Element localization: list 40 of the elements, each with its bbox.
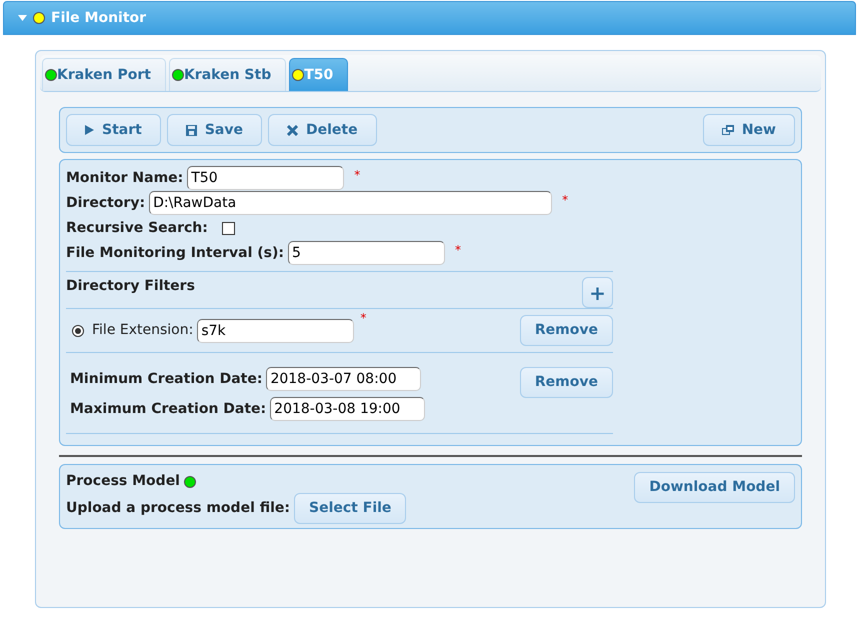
input-field[interactable]: 5 [288, 241, 445, 265]
required-marker: * [354, 167, 360, 184]
select-file-button[interactable]: Select File [294, 493, 406, 524]
close-icon [286, 124, 298, 136]
field-label: Directory: [66, 194, 146, 212]
tab[interactable]: Kraken Stb [168, 58, 286, 91]
section-title: Process Model [66, 472, 180, 491]
field-label: Monitor Name: [66, 168, 184, 188]
header-bar[interactable]: File Monitor [3, 1, 856, 35]
field-label: Maximum Creation Date: [70, 400, 266, 418]
new-button[interactable]: New [702, 114, 795, 146]
tab[interactable]: T50 [289, 58, 348, 91]
radio-button[interactable] [72, 324, 84, 336]
field-label: File Extension: [92, 321, 194, 340]
input-field[interactable]: T50 [187, 166, 344, 190]
save-button[interactable]: Save [166, 114, 262, 146]
field-label: Upload a process model file: [66, 499, 290, 518]
delete-button[interactable]: Delete [268, 114, 377, 146]
add-button[interactable]: + [582, 277, 613, 308]
input-field[interactable]: 2018-03-07 08:00 [266, 367, 422, 391]
field-label: Recursive Search: [66, 218, 208, 238]
remove-button[interactable]: Remove [520, 315, 613, 346]
remove-button[interactable]: Remove [520, 367, 613, 398]
required-marker: * [360, 310, 366, 327]
field-label: Minimum Creation Date: [70, 370, 262, 388]
required-marker: * [454, 242, 461, 259]
download-model-button[interactable]: Download Model [634, 472, 795, 503]
input-field[interactable]: D:\RawData [149, 191, 552, 215]
tab[interactable]: Kraken Port [42, 58, 166, 91]
input-field[interactable]: 2018-03-08 19:00 [270, 397, 426, 421]
panel-title: File Monitor [51, 8, 146, 28]
input-field[interactable]: s7k [197, 318, 354, 342]
start-button[interactable]: Start [66, 114, 161, 146]
save-icon [186, 124, 197, 136]
windows-icon [722, 125, 734, 135]
field-label: File Monitoring Interval (s): [66, 244, 284, 262]
required-marker: * [562, 192, 568, 209]
play-icon [85, 125, 94, 135]
checkbox[interactable] [222, 222, 235, 234]
section-title: Directory Filters [66, 277, 195, 296]
